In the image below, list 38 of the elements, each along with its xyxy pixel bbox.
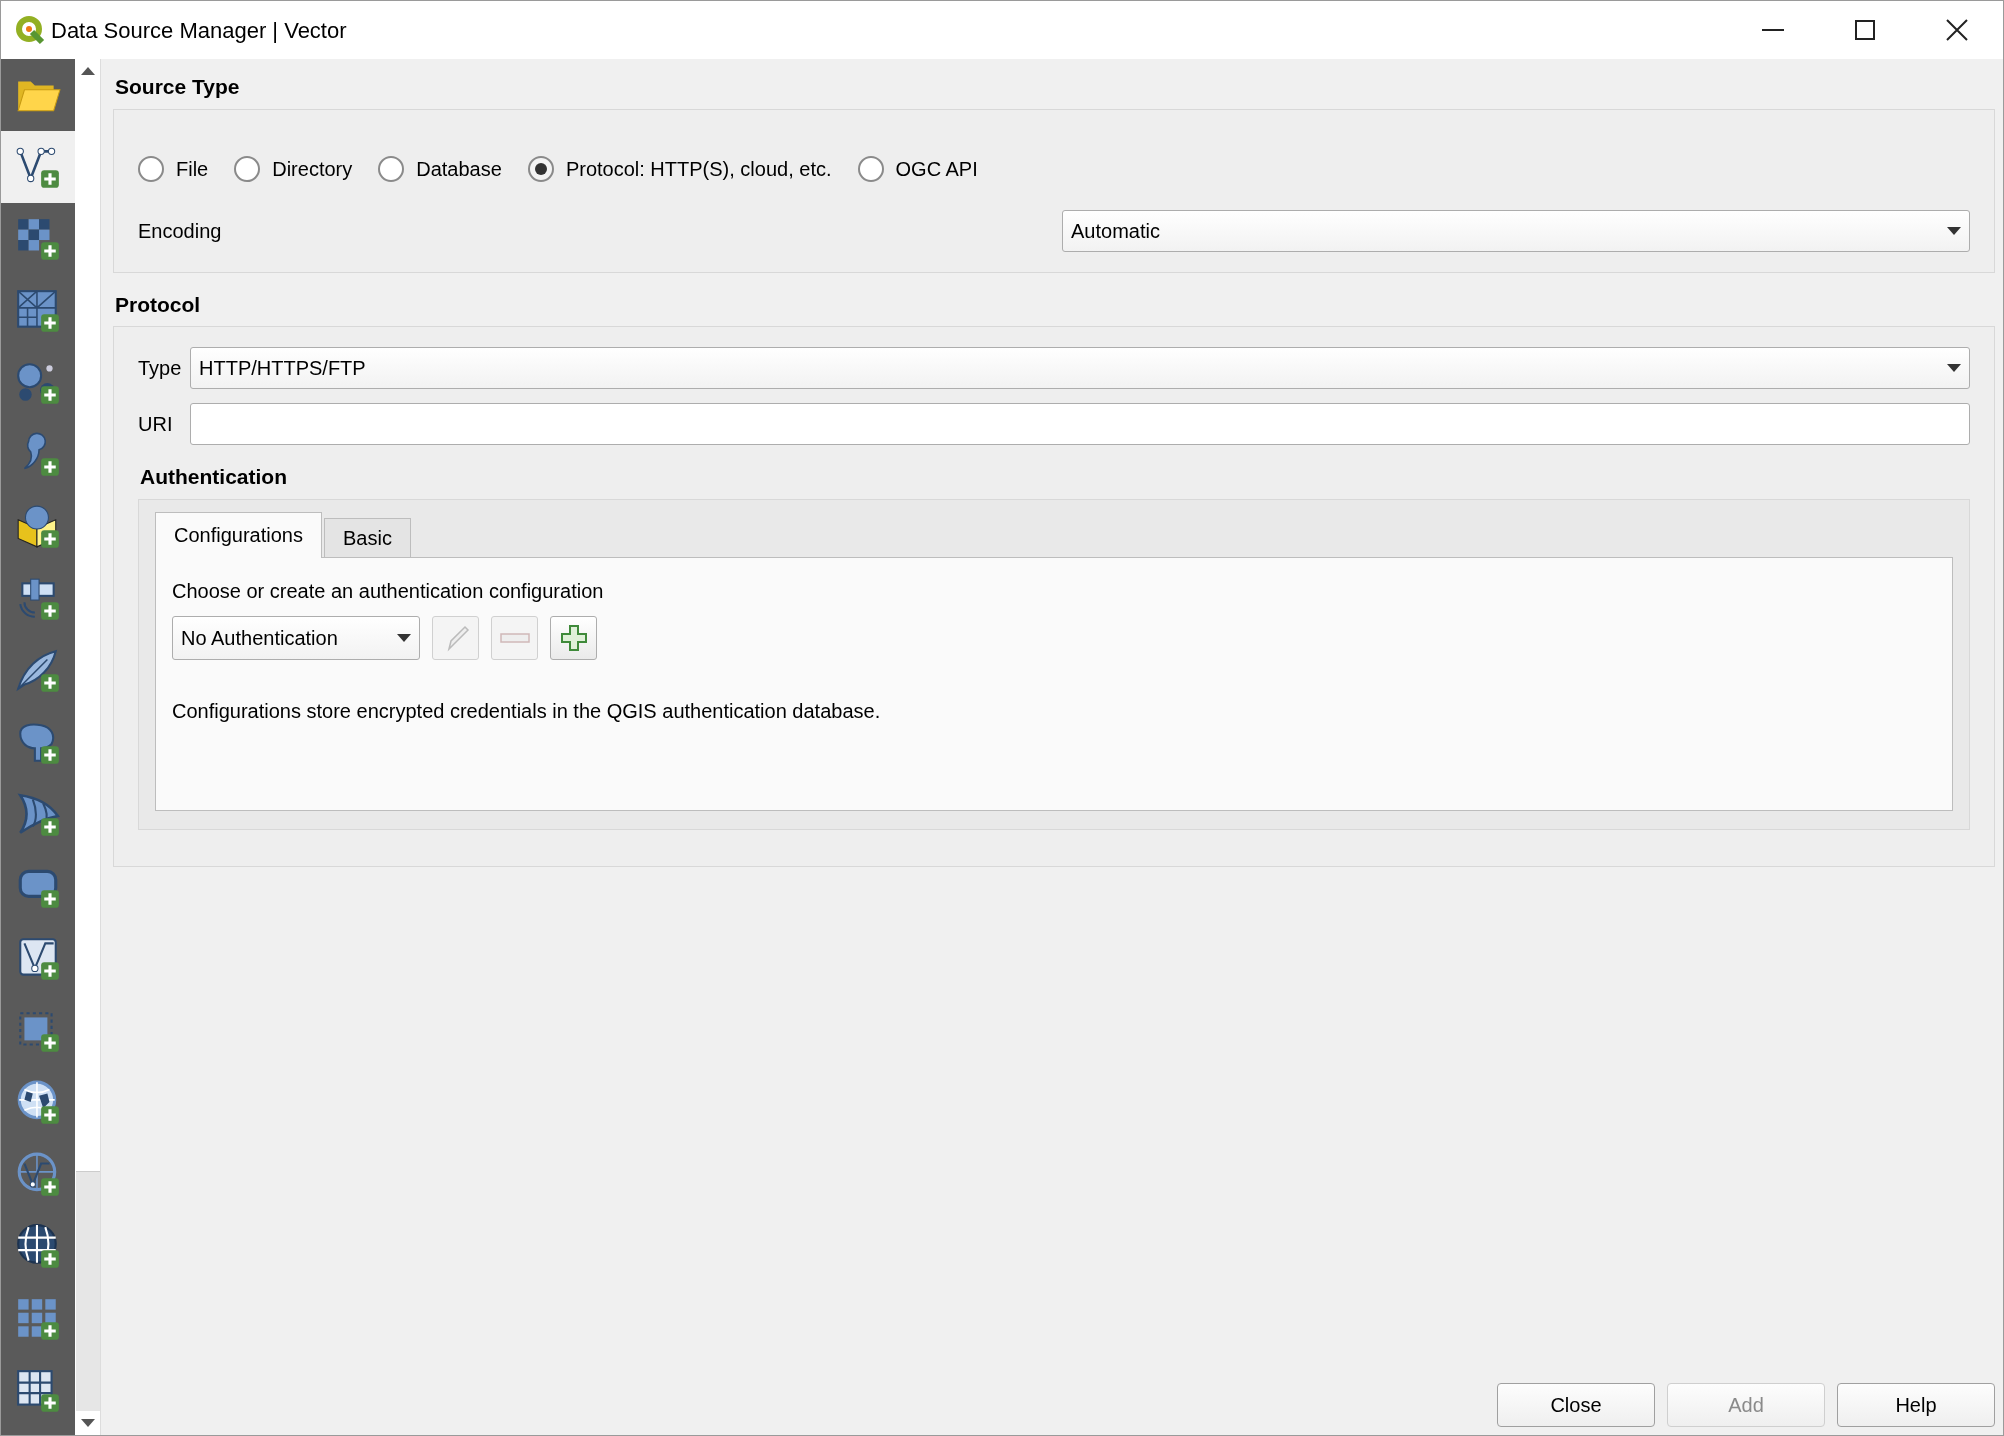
authentication-dropdown[interactable]: No Authentication	[172, 615, 420, 660]
scroll-down-icon[interactable]	[80, 1419, 95, 1427]
tab[interactable]: Basic	[323, 517, 411, 558]
radio-button[interactable]: File	[138, 153, 209, 184]
minus-icon	[499, 632, 530, 643]
dialog-button[interactable]: Help	[1837, 1383, 1995, 1427]
table-grid-icon	[14, 1367, 62, 1415]
globe-icon	[14, 1223, 62, 1271]
info-text: Configurations store encrypted credentials in the QGIS authentication database.	[172, 698, 882, 724]
type-dropdown[interactable]: HTTP/HTTPS/FTP	[190, 347, 1970, 389]
field-label: Encoding	[138, 218, 222, 244]
dropdown-caret-icon	[1947, 226, 1961, 235]
plus-icon	[558, 622, 589, 653]
radio-button[interactable]: Protocol: HTTP(S), cloud, etc.	[527, 153, 832, 184]
close-icon	[1946, 19, 1968, 41]
radio-button[interactable]: Database	[378, 153, 502, 184]
radio-button[interactable]: Directory	[234, 153, 353, 184]
maximize-icon	[1855, 20, 1875, 40]
window-title: Data Source Manager | Vector	[51, 16, 347, 45]
tab[interactable]: Configurations	[155, 511, 322, 558]
section-heading: Protocol	[115, 291, 202, 318]
prompt-text: Choose or create an authentication configuration	[172, 578, 605, 604]
add-configuration-button[interactable]	[550, 615, 597, 660]
dropdown-caret-icon	[1947, 364, 1961, 372]
field-label: URI	[138, 412, 174, 437]
section-heading: Authentication	[140, 464, 288, 490]
scroll-up-icon[interactable]	[80, 67, 95, 75]
app-logo-icon	[15, 15, 45, 45]
uri-input-field[interactable]	[190, 403, 1970, 445]
dropdown-caret-icon	[397, 633, 411, 642]
mesh-grid-icon	[14, 287, 62, 335]
sidebar-item[interactable]	[1, 131, 75, 203]
minimize-icon	[1762, 29, 1784, 31]
dialog-button[interactable]: Close	[1497, 1383, 1655, 1427]
feather-icon	[14, 647, 62, 695]
encoding-dropdown[interactable]: Automatic	[1062, 209, 1970, 252]
radio-button[interactable]: OGC API	[857, 153, 978, 184]
section-heading: Source Type	[115, 74, 241, 100]
